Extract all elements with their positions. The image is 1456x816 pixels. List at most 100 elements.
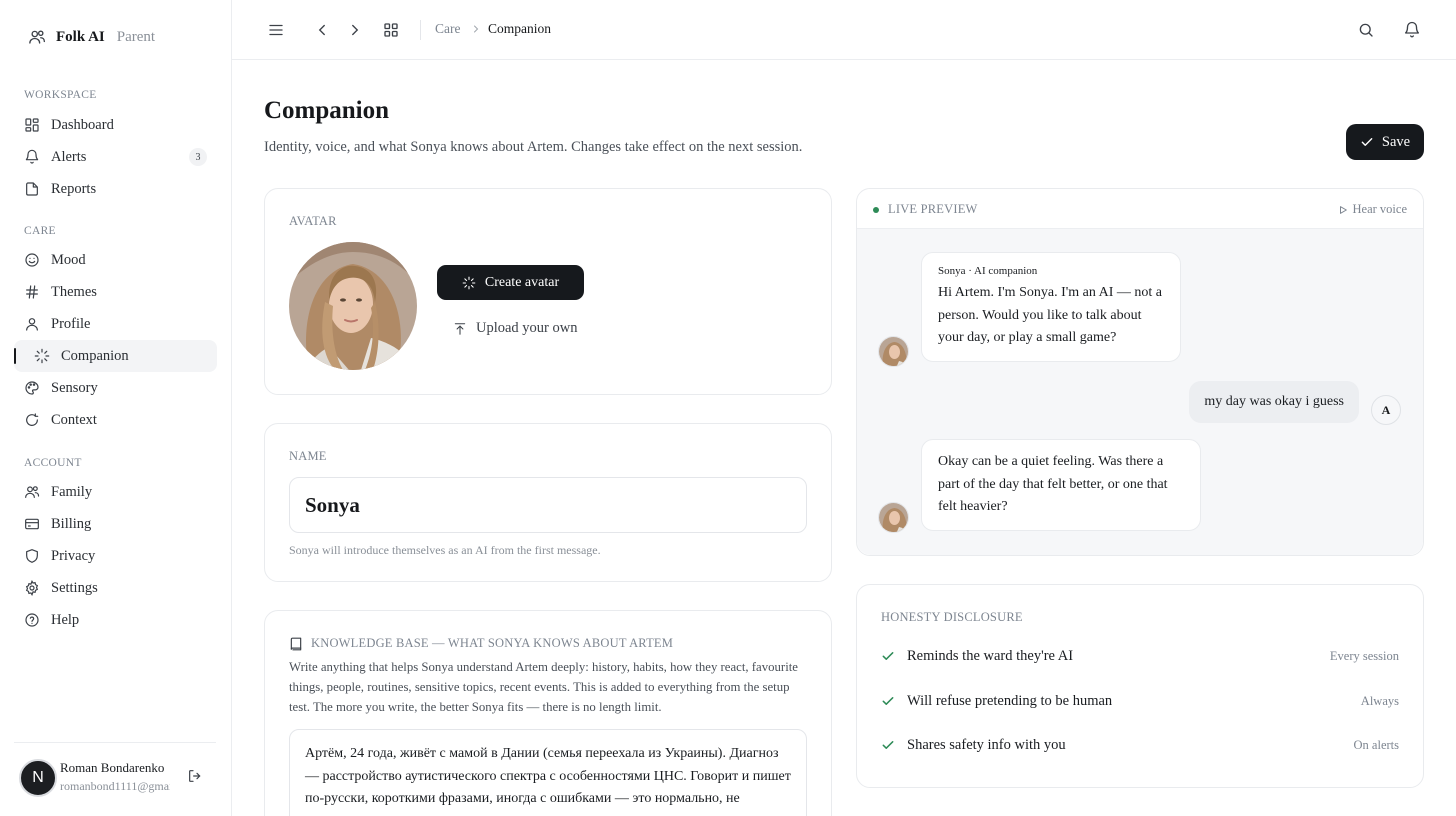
name-hint: Sonya will introduce themselves as an AI… <box>289 543 601 557</box>
sidebar-item-label: Reports <box>51 180 97 197</box>
create-avatar-button[interactable]: Create avatar <box>437 265 584 300</box>
refresh-icon <box>26 413 39 426</box>
topbar: Care Companion <box>232 0 1456 60</box>
honesty-row-text: Reminds the ward they're AI <box>907 647 1074 664</box>
sidebar-item-label: Settings <box>51 579 98 596</box>
users-icon <box>29 30 46 44</box>
card-icon <box>25 518 39 530</box>
chevron-right-icon <box>474 25 479 33</box>
sidebar-item-label: Billing <box>51 515 92 532</box>
honesty-row-text: Will refuse pretending to be human <box>907 692 1113 709</box>
sidebar-item-label: Themes <box>51 283 97 300</box>
upload-avatar-button[interactable]: Upload your own <box>453 320 578 337</box>
chat-message-text: Okay can be a quiet feeling. Was there a… <box>938 454 1168 514</box>
user-account: N Roman Bondarenko romanbond1111@gmail.c… <box>14 742 216 816</box>
companion-name-input[interactable]: Sonya <box>289 477 807 533</box>
companion-mini-avatar <box>878 336 909 367</box>
user-email: romanbond1111@gmail.com <box>60 779 170 793</box>
honesty-row: Shares safety info with you On alerts <box>881 733 1399 757</box>
honesty-disclosure-label: HONESTY DISCLOSURE <box>881 610 1023 624</box>
sidebar-item-label: Dashboard <box>51 116 114 133</box>
grid-icon <box>25 118 39 132</box>
upload-icon <box>454 322 466 335</box>
knowledge-base-header: KNOWLEDGE BASE — WHAT SONYA KNOWS ABOUT … <box>289 636 673 651</box>
file-icon <box>26 182 38 196</box>
chat-message-ai: Sonya · AI companion Hi Artem. I'm Sonya… <box>921 252 1181 362</box>
sidebar-item-help[interactable]: Help <box>14 604 217 636</box>
live-preview-header: LIVE PREVIEW Hear voice <box>857 189 1423 229</box>
sidebar-item-reports[interactable]: Reports <box>14 173 217 205</box>
book-icon <box>290 637 302 650</box>
knowledge-base-card: KNOWLEDGE BASE — WHAT SONYA KNOWS ABOUT … <box>264 610 832 816</box>
sidebar-item-label: Help <box>51 611 80 628</box>
hear-voice-button[interactable]: Hear voice <box>1338 202 1407 217</box>
knowledge-base-description: Write anything that helps Sonya understa… <box>289 660 798 714</box>
sidebar-item-themes[interactable]: Themes <box>14 276 217 308</box>
bell-icon <box>25 149 39 164</box>
brand-name: Folk AI <box>56 28 105 45</box>
search-icon[interactable] <box>1357 21 1375 39</box>
sidebar-item-label: Profile <box>51 315 91 332</box>
hear-voice-label: Hear voice <box>1352 202 1407 216</box>
sidebar-item-settings[interactable]: Settings <box>14 572 217 604</box>
palette-icon <box>25 381 39 395</box>
chat-sender: Sonya · AI companion <box>938 265 1038 277</box>
breadcrumb-companion: Companion <box>488 21 551 36</box>
chevron-right-icon[interactable] <box>346 21 364 39</box>
live-indicator-dot <box>873 207 879 213</box>
brand-role: Parent <box>116 28 156 45</box>
companion-avatar-image <box>289 242 417 370</box>
avatar[interactable]: N <box>19 759 57 797</box>
chevron-left-icon[interactable] <box>313 21 331 39</box>
sidebar-item-privacy[interactable]: Privacy <box>14 540 217 572</box>
apps-grid-icon[interactable] <box>382 21 400 39</box>
topbar-divider <box>420 20 421 40</box>
sidebar-item-mood[interactable]: Mood <box>14 244 217 276</box>
honesty-disclosure-card: HONESTY DISCLOSURE Reminds the ward they… <box>856 584 1424 788</box>
menu-icon[interactable] <box>267 21 285 39</box>
gear-icon <box>25 580 39 596</box>
honesty-row: Reminds the ward they're AI Every sessio… <box>881 644 1399 668</box>
sidebar-item-sensory[interactable]: Sensory <box>14 372 217 404</box>
avatar-card-label: AVATAR <box>289 214 337 228</box>
save-button[interactable]: Save <box>1346 124 1424 160</box>
check-icon <box>882 697 894 705</box>
sidebar-item-label: Privacy <box>51 547 96 564</box>
sidebar-item-alerts[interactable]: Alerts 3 <box>14 141 217 173</box>
sidebar-item-label: Mood <box>51 251 86 268</box>
honesty-row: Will refuse pretending to be human Alway… <box>881 689 1399 713</box>
upload-avatar-label: Upload your own <box>476 320 578 336</box>
alerts-count-badge: 3 <box>189 148 207 166</box>
nav-section-account: ACCOUNT <box>24 457 82 469</box>
honesty-row-value: Always <box>1360 693 1399 708</box>
sidebar-item-label: Companion <box>61 347 129 364</box>
sidebar-item-label: Sensory <box>51 379 98 396</box>
check-icon <box>882 652 894 660</box>
users-icon <box>25 486 40 498</box>
sidebar-item-dashboard[interactable]: Dashboard <box>14 109 217 141</box>
sidebar-item-profile[interactable]: Profile <box>14 308 217 340</box>
loader-icon <box>34 348 50 364</box>
sidebar-item-context[interactable]: Context <box>14 404 217 436</box>
sidebar-item-family[interactable]: Family <box>14 476 217 508</box>
bell-icon[interactable] <box>1403 21 1421 39</box>
nav-section-care: CARE <box>24 225 56 237</box>
user-name: Roman Bondarenko <box>60 760 165 775</box>
knowledge-base-textarea[interactable]: Артём, 24 года, живёт с мамой в Дании (с… <box>289 729 807 816</box>
nav-section-workspace: WORKSPACE <box>24 89 97 101</box>
chat-preview: Sonya · AI companion Hi Artem. I'm Sonya… <box>857 229 1423 555</box>
sidebar-item-label: Context <box>51 411 97 428</box>
name-card-label: NAME <box>289 449 327 463</box>
sidebar-item-billing[interactable]: Billing <box>14 508 217 540</box>
sidebar: Folk AI Parent WORKSPACE Dashboard Alert… <box>0 0 232 816</box>
check-icon <box>1361 138 1373 146</box>
brand[interactable]: Folk AI Parent <box>28 28 155 46</box>
honesty-row-text: Shares safety info with you <box>907 736 1066 753</box>
ward-avatar: A <box>1371 395 1401 425</box>
breadcrumb-care[interactable]: Care <box>435 21 460 37</box>
honesty-row-value: Every session <box>1329 648 1399 663</box>
logout-icon[interactable] <box>187 768 203 784</box>
page-title: Companion <box>264 97 390 124</box>
sidebar-item-companion[interactable]: Companion <box>14 340 217 372</box>
help-icon <box>25 613 39 627</box>
